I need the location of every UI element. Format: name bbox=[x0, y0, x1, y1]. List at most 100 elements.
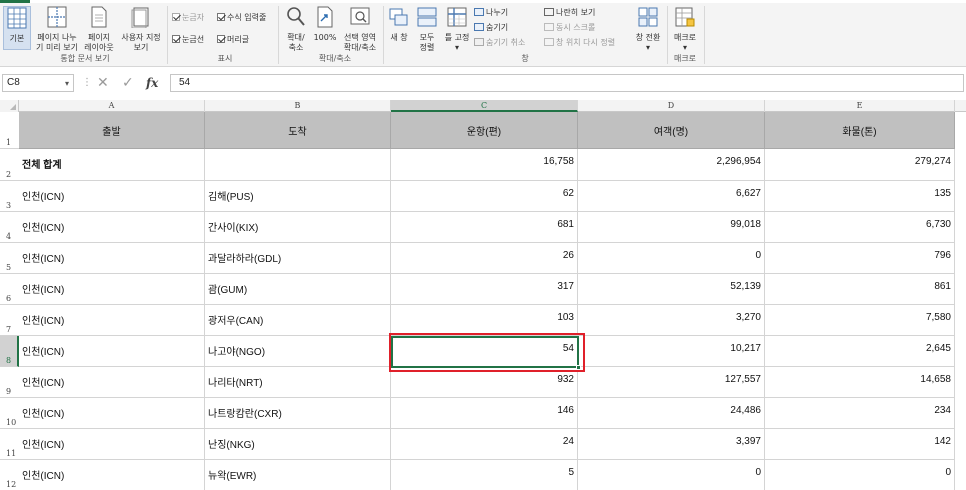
cell-departure[interactable]: 인천(ICN) bbox=[19, 367, 205, 398]
enter-entry-icon[interactable]: ✓ bbox=[122, 75, 134, 91]
row-header-3[interactable]: 3 bbox=[0, 181, 19, 212]
column-header-a[interactable]: A bbox=[19, 100, 205, 112]
chevron-down-icon[interactable]: ▾ bbox=[65, 78, 69, 90]
row-header-8[interactable]: 8 bbox=[0, 336, 19, 367]
formula-bar-checkbox[interactable]: 수식 입력줄 bbox=[217, 12, 266, 23]
cell-passengers[interactable]: 2,296,954 bbox=[578, 149, 765, 181]
cell-cargo[interactable]: 796 bbox=[765, 243, 955, 274]
cell-cargo[interactable]: 0 bbox=[765, 460, 955, 490]
row-header-11[interactable]: 11 bbox=[0, 429, 19, 460]
cell-cargo[interactable]: 6,730 bbox=[765, 212, 955, 243]
row-header-7[interactable]: 7 bbox=[0, 305, 19, 336]
cell-flights[interactable]: 5 bbox=[391, 460, 578, 490]
cell-passengers[interactable]: 3,270 bbox=[578, 305, 765, 336]
cell-flights[interactable]: 932 bbox=[391, 367, 578, 398]
zoom-100-button[interactable]: 100% bbox=[312, 6, 338, 50]
switch-windows-button[interactable]: 창 전환 ▾ bbox=[632, 6, 664, 52]
cell-arrival[interactable]: 김해(PUS) bbox=[205, 181, 391, 212]
cell-passengers[interactable]: 99,018 bbox=[578, 212, 765, 243]
cell-cargo[interactable]: 135 bbox=[765, 181, 955, 212]
cell-flights[interactable]: 317 bbox=[391, 274, 578, 305]
cell-departure[interactable]: 전체 합계 bbox=[19, 149, 205, 181]
header-cell-departure[interactable]: 출발 bbox=[19, 112, 205, 149]
formula-input[interactable]: 54 bbox=[170, 74, 964, 92]
cell-cargo[interactable]: 2,645 bbox=[765, 336, 955, 367]
cell-cargo[interactable]: 234 bbox=[765, 398, 955, 429]
row-header-12[interactable]: 12 bbox=[0, 460, 19, 490]
cell-departure[interactable]: 인천(ICN) bbox=[19, 212, 205, 243]
cell-arrival[interactable]: 나트랑캄란(CXR) bbox=[205, 398, 391, 429]
cell-passengers[interactable]: 6,627 bbox=[578, 181, 765, 212]
cell-departure[interactable]: 인천(ICN) bbox=[19, 460, 205, 490]
insert-function-icon[interactable]: fx bbox=[146, 75, 158, 91]
row-header-5[interactable]: 5 bbox=[0, 243, 19, 274]
synchronous-scrolling-button[interactable]: 동시 스크롤 bbox=[544, 22, 595, 33]
header-cell-flights[interactable]: 운항(편) bbox=[391, 112, 578, 149]
arrange-all-button[interactable]: 모두 정렬 bbox=[415, 6, 439, 52]
macros-button[interactable]: 매크로 ▾ bbox=[671, 6, 699, 52]
cell-cargo[interactable]: 142 bbox=[765, 429, 955, 460]
cell-arrival[interactable]: 나고야(NGO) bbox=[205, 336, 391, 367]
cell-departure[interactable]: 인천(ICN) bbox=[19, 181, 205, 212]
freeze-panes-button[interactable]: 틀 고정 ▾ bbox=[442, 6, 472, 52]
select-all-corner[interactable] bbox=[0, 100, 19, 112]
cell-flights[interactable]: 26 bbox=[391, 243, 578, 274]
cell-cargo[interactable]: 861 bbox=[765, 274, 955, 305]
cell-departure[interactable]: 인천(ICN) bbox=[19, 398, 205, 429]
cell-passengers[interactable]: 24,486 bbox=[578, 398, 765, 429]
new-window-button[interactable]: 새 창 bbox=[387, 6, 411, 50]
row-header-9[interactable]: 9 bbox=[0, 367, 19, 398]
row-header-2[interactable]: 2 bbox=[0, 149, 19, 181]
cell-passengers[interactable]: 0 bbox=[578, 243, 765, 274]
cell-cargo[interactable]: 14,658 bbox=[765, 367, 955, 398]
cell-passengers[interactable]: 52,139 bbox=[578, 274, 765, 305]
view-side-by-side-button[interactable]: 나란히 보기 bbox=[544, 7, 595, 18]
column-header-d[interactable]: D bbox=[578, 100, 765, 112]
unhide-button[interactable]: 숨기기 취소 bbox=[474, 37, 525, 48]
cell-flights[interactable]: 24 bbox=[391, 429, 578, 460]
cell-flights[interactable]: 146 bbox=[391, 398, 578, 429]
column-header-b[interactable]: B bbox=[205, 100, 391, 112]
cell-passengers[interactable]: 10,217 bbox=[578, 336, 765, 367]
row-header-4[interactable]: 4 bbox=[0, 212, 19, 243]
cancel-entry-icon[interactable]: ✕ bbox=[97, 75, 109, 91]
cell-arrival[interactable]: 과달라하라(GDL) bbox=[205, 243, 391, 274]
cell-arrival[interactable]: 괌(GUM) bbox=[205, 274, 391, 305]
column-header-e[interactable]: E bbox=[765, 100, 955, 112]
cell-arrival[interactable]: 간사이(KIX) bbox=[205, 212, 391, 243]
cell-cargo[interactable]: 7,580 bbox=[765, 305, 955, 336]
header-cell-arrival[interactable]: 도착 bbox=[205, 112, 391, 149]
cell-arrival[interactable]: 난징(NKG) bbox=[205, 429, 391, 460]
cell-arrival[interactable]: 나리타(NRT) bbox=[205, 367, 391, 398]
zoom-to-selection-button[interactable]: 선택 영역 확대/축소 bbox=[340, 6, 380, 52]
row-header-6[interactable]: 6 bbox=[0, 274, 19, 305]
cell-passengers[interactable]: 127,557 bbox=[578, 367, 765, 398]
cell-flights-selected[interactable]: 54 bbox=[391, 336, 578, 367]
cell-flights[interactable]: 681 bbox=[391, 212, 578, 243]
page-layout-button[interactable]: 페이지 레이아웃 bbox=[82, 6, 116, 52]
cell-arrival[interactable] bbox=[205, 149, 391, 181]
header-cell-passengers[interactable]: 여객(명) bbox=[578, 112, 765, 149]
cell-passengers[interactable]: 0 bbox=[578, 460, 765, 490]
cell-passengers[interactable]: 3,397 bbox=[578, 429, 765, 460]
cell-arrival[interactable]: 뉴왁(EWR) bbox=[205, 460, 391, 490]
cell-cargo[interactable]: 279,274 bbox=[765, 149, 955, 181]
split-button[interactable]: 나누기 bbox=[474, 7, 508, 18]
cell-flights[interactable]: 62 bbox=[391, 181, 578, 212]
row-header-10[interactable]: 10 bbox=[0, 398, 19, 429]
cell-flights[interactable]: 103 bbox=[391, 305, 578, 336]
reset-window-position-button[interactable]: 창 위치 다시 정렬 bbox=[544, 37, 615, 48]
column-header-c[interactable]: C bbox=[391, 100, 578, 112]
headings-checkbox[interactable]: 머리글 bbox=[217, 34, 249, 45]
custom-views-button[interactable]: 사용자 지정 보기 bbox=[118, 6, 164, 52]
cell-departure[interactable]: 인천(ICN) bbox=[19, 243, 205, 274]
cell-departure[interactable]: 인천(ICN) bbox=[19, 429, 205, 460]
normal-view-button[interactable]: 기본 bbox=[3, 6, 31, 50]
zoom-button[interactable]: 확대/ 축소 bbox=[282, 6, 310, 52]
cell-arrival[interactable]: 광저우(CAN) bbox=[205, 305, 391, 336]
cell-flights[interactable]: 16,758 bbox=[391, 149, 578, 181]
cell-departure[interactable]: 인천(ICN) bbox=[19, 336, 205, 367]
hide-button[interactable]: 숨기기 bbox=[474, 22, 508, 33]
cell-departure[interactable]: 인천(ICN) bbox=[19, 274, 205, 305]
gridlines-checkbox[interactable]: 눈금선 bbox=[172, 34, 204, 45]
